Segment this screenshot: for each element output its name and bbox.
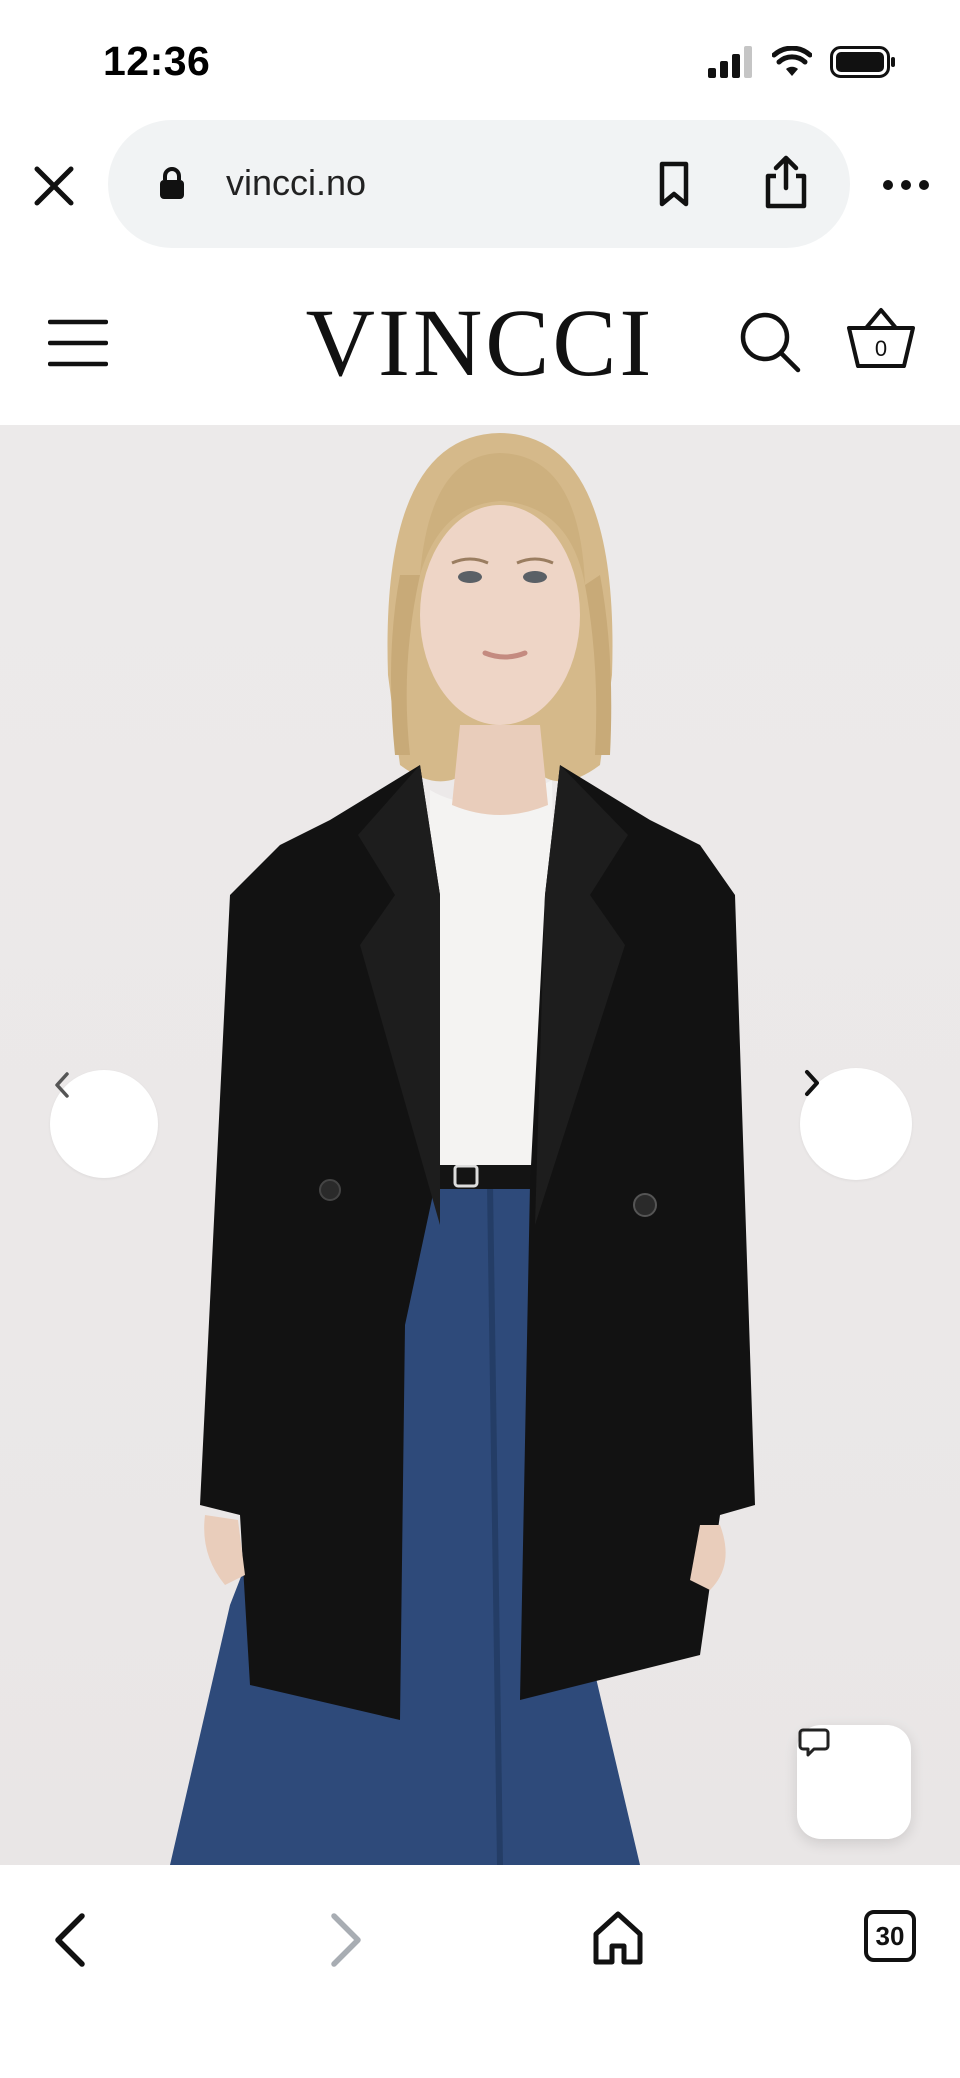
bookmark-button[interactable] [648, 158, 700, 210]
forward-button[interactable] [318, 1910, 370, 1970]
back-button[interactable] [46, 1910, 98, 1970]
chevron-left-icon [55, 1072, 69, 1098]
home-icon [593, 1911, 643, 1965]
search-button[interactable] [738, 310, 802, 374]
home-button[interactable] [588, 1908, 648, 1968]
lock-icon [160, 167, 184, 199]
forward-icon [331, 1913, 361, 1967]
bookmark-icon [659, 161, 689, 207]
signal-icon [708, 46, 752, 78]
url-text: vincci.no [226, 162, 367, 203]
close-tab-button[interactable] [28, 160, 80, 212]
browser-bottom-toolbar: 30 [0, 1880, 960, 2078]
chat-bubble-icon [798, 1728, 830, 1757]
share-icon [765, 155, 807, 209]
more-options-button[interactable] [880, 170, 932, 200]
carousel-next-button[interactable] [800, 1068, 912, 1180]
status-bar: 12:36 [0, 0, 960, 120]
status-time: 12:36 [103, 38, 211, 84]
search-icon [740, 312, 801, 373]
chat-button[interactable] [797, 1725, 911, 1839]
chevron-right-icon [805, 1070, 819, 1096]
tabs-button[interactable]: 30 [864, 1910, 916, 1962]
more-icon [883, 180, 929, 190]
menu-button[interactable] [47, 318, 109, 368]
hamburger-menu-icon [47, 319, 109, 367]
product-image-carousel[interactable] [0, 425, 960, 1865]
url-field[interactable]: vincci.no [108, 120, 850, 248]
tab-count: 30 [875, 1920, 905, 1951]
cart-button[interactable]: 0 [846, 304, 916, 374]
site-header: VINCCI 0 [0, 270, 960, 425]
back-icon [55, 1913, 85, 1967]
close-icon [34, 166, 74, 206]
status-icons [708, 46, 896, 78]
browser-page: 12:36 vincci.no VINCCI 0 30 [0, 0, 960, 2078]
share-button[interactable] [758, 154, 814, 210]
wifi-icon [772, 46, 812, 76]
browser-address-bar: vincci.no [0, 120, 960, 250]
cart-count: 0 [874, 336, 888, 361]
carousel-previous-button[interactable] [50, 1070, 158, 1178]
site-logo[interactable]: VINCCI [260, 290, 700, 396]
battery-icon [830, 46, 895, 78]
